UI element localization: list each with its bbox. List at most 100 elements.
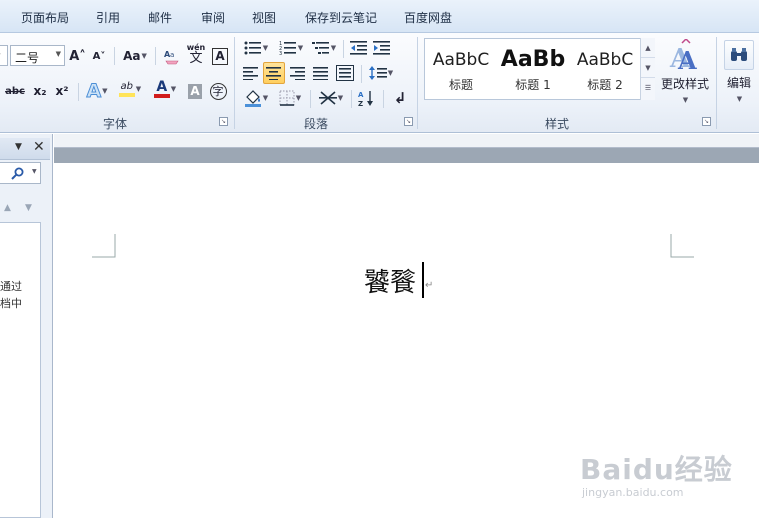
align-left-button[interactable] bbox=[241, 62, 261, 84]
enclose-characters-icon: 字 bbox=[209, 82, 227, 100]
decrease-indent-button[interactable] bbox=[349, 37, 369, 59]
svg-text:A: A bbox=[358, 91, 364, 99]
increase-indent-button[interactable] bbox=[372, 37, 392, 59]
clear-formatting-button[interactable]: A a bbox=[162, 45, 182, 67]
strikethrough-icon: abc bbox=[5, 85, 25, 97]
edit-label: 编辑 bbox=[726, 75, 751, 90]
next-result-icon[interactable]: ▼ bbox=[25, 203, 32, 213]
navigation-search-input[interactable]: ▼ bbox=[0, 162, 41, 184]
style-heading-2[interactable]: AaBbC 标题 2 bbox=[569, 39, 641, 99]
phonetic-guide-button[interactable]: wén 文 bbox=[185, 43, 207, 65]
numbering-button[interactable]: 1 2 3 ▼ bbox=[275, 37, 307, 59]
chevron-down-icon: ▼ bbox=[736, 94, 743, 103]
text-effects-icon: A bbox=[86, 80, 102, 103]
nav-hint-line-2: 档中 bbox=[0, 297, 22, 310]
tab-review[interactable]: 审阅 bbox=[201, 9, 225, 26]
close-icon[interactable]: ✕ bbox=[33, 139, 45, 155]
gallery-more-icon[interactable]: ☰ bbox=[641, 78, 655, 98]
chevron-down-icon: ▼ bbox=[295, 94, 302, 102]
font-color-button[interactable]: A ▼ bbox=[150, 78, 180, 100]
tab-save-to-cloud-note[interactable]: 保存到云笔记 bbox=[305, 9, 377, 26]
chevron-down-icon: ▼ bbox=[135, 85, 142, 93]
style-heading-1-name: 标题 1 bbox=[515, 78, 551, 92]
character-border-button[interactable]: A bbox=[210, 45, 230, 67]
tab-baidu-netdisk[interactable]: 百度网盘 bbox=[404, 9, 452, 26]
change-styles-button[interactable]: A A 更改样式 ▼ bbox=[658, 35, 712, 107]
multilevel-list-button[interactable]: ▼ bbox=[309, 37, 339, 59]
character-border-icon: A bbox=[212, 47, 228, 65]
shrink-font-button[interactable]: A˅ bbox=[91, 45, 107, 67]
styles-dialog-launcher-icon[interactable]: ↘ bbox=[702, 117, 711, 126]
font-family-dropdown-edge[interactable]: ▾ bbox=[0, 45, 8, 66]
align-right-button[interactable] bbox=[288, 62, 308, 84]
chinese-layout-icon bbox=[318, 91, 337, 105]
tab-page-layout[interactable]: 页面布局 bbox=[21, 9, 69, 26]
font-dialog-launcher-icon[interactable]: ↘ bbox=[219, 117, 228, 126]
bullets-button[interactable]: ▼ bbox=[241, 37, 271, 59]
sort-button[interactable]: A Z bbox=[356, 87, 378, 109]
tab-references[interactable]: 引用 bbox=[96, 9, 120, 26]
chevron-down-icon: ▼ bbox=[262, 94, 269, 102]
show-formatting-marks-button[interactable]: ↲ bbox=[390, 87, 410, 109]
ribbon: ▾ 二号 ▼ A˄ A˅ Aa▼ A a wén 文 A abc x₂ x² A… bbox=[0, 33, 759, 133]
chinese-layout-button[interactable]: ▼ bbox=[316, 87, 346, 109]
subscript-button[interactable]: x₂ bbox=[30, 80, 50, 102]
character-shading-icon: A bbox=[188, 83, 202, 99]
character-shading-button[interactable]: A bbox=[186, 80, 204, 102]
increase-indent-icon bbox=[373, 41, 390, 55]
distributed-button[interactable] bbox=[334, 62, 356, 84]
edit-button[interactable]: 编辑 ▼ bbox=[722, 35, 756, 107]
gallery-scroll-down-icon[interactable]: ▼ bbox=[641, 58, 655, 78]
change-case-button[interactable]: Aa ▼ bbox=[121, 45, 149, 67]
superscript-button[interactable]: x² bbox=[52, 80, 72, 102]
highlight-icon: ab bbox=[118, 81, 135, 97]
navigation-pane: ▼ ✕ ▼ ▲ ▼ 通过 档中 bbox=[0, 134, 53, 518]
numbering-icon: 1 2 3 bbox=[279, 41, 296, 56]
tab-view[interactable]: 视图 bbox=[252, 9, 276, 26]
style-heading-1[interactable]: AaBb 标题 1 bbox=[497, 39, 569, 99]
svg-text:a: a bbox=[170, 51, 174, 59]
borders-button[interactable]: ▼ bbox=[275, 87, 305, 109]
shading-button[interactable]: ▼ bbox=[241, 87, 271, 109]
font-color-icon: A bbox=[153, 79, 170, 98]
document-body-text[interactable]: 饕餮 bbox=[364, 262, 416, 299]
style-title-sample: AaBbC bbox=[432, 50, 490, 70]
line-spacing-button[interactable]: ▼ bbox=[367, 62, 395, 84]
ribbon-tab-bar: 页面布局 引用 邮件 审阅 视图 保存到云笔记 百度网盘 bbox=[0, 0, 759, 33]
binoculars-icon bbox=[724, 39, 754, 70]
group-divider bbox=[417, 37, 418, 129]
strikethrough-button[interactable]: abc bbox=[4, 80, 26, 102]
paragraph-group-label: 段落 bbox=[304, 117, 329, 131]
font-size-select[interactable]: 二号 ▼ bbox=[10, 45, 65, 66]
divider bbox=[343, 40, 344, 58]
chevron-down-icon: ▼ bbox=[141, 52, 147, 60]
pane-menu-icon[interactable]: ▼ bbox=[15, 142, 22, 152]
style-title[interactable]: AaBbC 标题 bbox=[425, 39, 497, 99]
change-styles-icon: A A bbox=[669, 38, 697, 73]
watermark-logo: Baidu经验 jingyan.baidu.com bbox=[580, 448, 733, 499]
distributed-icon bbox=[336, 65, 354, 81]
align-center-button[interactable] bbox=[263, 62, 285, 84]
gallery-scroll-up-icon[interactable]: ▲ bbox=[641, 38, 655, 58]
text-effects-button[interactable]: A ▼ bbox=[84, 80, 110, 103]
svg-text:A: A bbox=[677, 46, 697, 73]
divider bbox=[78, 83, 79, 101]
previous-result-icon[interactable]: ▲ bbox=[4, 203, 11, 213]
font-color-label: A bbox=[156, 79, 168, 95]
highlight-color-button[interactable]: ab ▼ bbox=[114, 78, 146, 100]
group-divider bbox=[716, 37, 717, 129]
font-size-value: 二号 bbox=[15, 51, 40, 65]
paragraph-dialog-launcher-icon[interactable]: ↘ bbox=[404, 117, 413, 126]
svg-text:Z: Z bbox=[358, 100, 363, 107]
paragraph-mark-icon: ↲ bbox=[393, 89, 407, 107]
text-cursor bbox=[422, 262, 424, 298]
paint-bucket-icon bbox=[244, 90, 261, 107]
chevron-down-icon[interactable]: ▼ bbox=[32, 168, 37, 175]
enclose-characters-button[interactable]: 字 bbox=[208, 80, 228, 102]
tab-mailings[interactable]: 邮件 bbox=[148, 9, 172, 26]
search-icon[interactable] bbox=[11, 167, 24, 180]
navigation-pane-header: ▼ ✕ bbox=[0, 138, 50, 160]
styles-gallery-scrollbar[interactable]: ▲ ▼ ☰ bbox=[640, 38, 655, 100]
justify-button[interactable] bbox=[311, 62, 331, 84]
grow-font-button[interactable]: A˄ bbox=[69, 45, 86, 67]
